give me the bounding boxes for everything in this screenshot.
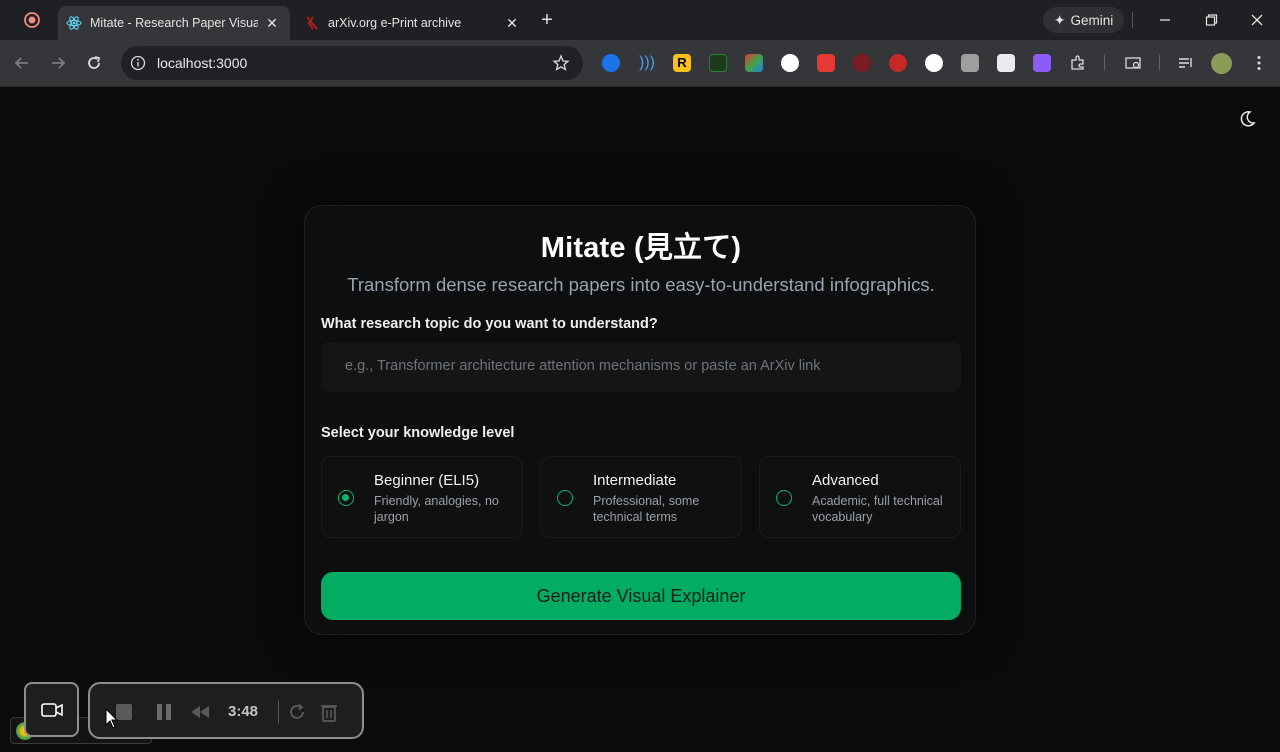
mouse-cursor-icon <box>105 708 119 729</box>
extension-icon[interactable] <box>745 54 763 72</box>
pause-icon[interactable] <box>153 701 175 723</box>
camera-button[interactable] <box>24 682 79 737</box>
forward-icon[interactable] <box>47 52 69 74</box>
site-info-icon[interactable] <box>130 55 146 71</box>
recording-timer: 3:48 <box>228 703 259 720</box>
topic-label: What research topic do you want to under… <box>321 316 658 332</box>
close-window-icon[interactable] <box>1245 8 1269 32</box>
level-title: Beginner (ELI5) <box>374 472 480 489</box>
topic-input[interactable]: e.g., Transformer architecture attention… <box>321 342 961 392</box>
close-tab-icon[interactable]: ✕ <box>264 15 280 31</box>
extension-icon[interactable]: ))) <box>638 54 656 72</box>
url-text: localhost:3000 <box>157 55 248 71</box>
divider <box>1104 55 1105 71</box>
extension-icon[interactable] <box>709 54 727 72</box>
new-tab-button[interactable]: + <box>536 10 558 32</box>
media-control-icon[interactable] <box>1177 54 1195 72</box>
extension-icon[interactable]: R <box>673 54 691 72</box>
extensions-puzzle-icon[interactable] <box>1069 54 1087 72</box>
recording-indicator-icon <box>24 12 40 28</box>
react-icon <box>66 16 82 30</box>
recorder-toolbar: 3:48 <box>88 682 364 739</box>
restore-icon[interactable] <box>1199 8 1223 32</box>
level-option-advanced[interactable]: Advanced Academic, full technical vocabu… <box>759 456 961 538</box>
extension-icon[interactable] <box>817 54 835 72</box>
level-option-beginner[interactable]: Beginner (ELI5) Friendly, analogies, no … <box>321 456 523 538</box>
reading-mode-icon[interactable] <box>1124 54 1142 72</box>
bookmark-star-icon[interactable] <box>552 54 570 72</box>
page-content: Mitate (見立て) Transform dense research pa… <box>0 88 1280 752</box>
level-option-intermediate[interactable]: Intermediate Professional, some technica… <box>540 456 742 538</box>
tab-title: Mitate - Research Paper Visual E <box>90 16 258 30</box>
level-description: Academic, full technical vocabulary <box>812 494 943 524</box>
more-menu-icon[interactable] <box>1250 54 1268 72</box>
tab-mitate[interactable]: Mitate - Research Paper Visual E ✕ <box>58 6 290 40</box>
divider <box>1132 12 1133 28</box>
browser-toolbar: localhost:3000 ))) R <box>0 40 1280 87</box>
radio-icon[interactable] <box>557 490 573 506</box>
minimize-icon[interactable] <box>1153 8 1177 32</box>
moon-icon[interactable] <box>1236 108 1258 130</box>
radio-icon[interactable] <box>776 490 792 506</box>
tab-title: arXiv.org e-Print archive <box>328 16 462 30</box>
trash-icon[interactable] <box>318 701 340 723</box>
level-label: Select your knowledge level <box>321 425 515 441</box>
generate-button[interactable]: Generate Visual Explainer <box>321 572 961 620</box>
address-bar[interactable]: localhost:3000 <box>121 46 583 80</box>
extension-icon[interactable] <box>889 54 907 72</box>
topic-placeholder: e.g., Transformer architecture attention… <box>345 358 821 374</box>
extension-icon[interactable] <box>602 54 620 72</box>
avatar[interactable] <box>1211 53 1232 74</box>
level-description: Professional, some technical terms <box>593 494 700 524</box>
gemini-button[interactable]: ✦ Gemini <box>1043 7 1124 33</box>
tab-arxiv[interactable]: arXiv.org e-Print archive ✕ <box>296 6 530 40</box>
rewind-icon[interactable] <box>189 701 211 723</box>
level-description: Friendly, analogies, no jargon <box>374 494 499 524</box>
gemini-label: Gemini <box>1070 12 1114 28</box>
extension-icon[interactable] <box>781 54 799 72</box>
restart-icon[interactable] <box>286 701 308 723</box>
page-title: Mitate (見立て) <box>540 232 742 264</box>
extension-icon[interactable] <box>1033 54 1051 72</box>
extension-icon[interactable] <box>961 54 979 72</box>
back-icon[interactable] <box>11 52 33 74</box>
page-subtitle: Transform dense research papers into eas… <box>347 274 935 295</box>
reload-icon[interactable] <box>83 52 105 74</box>
arxiv-logo-icon <box>306 16 318 30</box>
sparkle-icon: ✦ <box>1053 11 1066 28</box>
close-tab-icon[interactable]: ✕ <box>504 15 520 31</box>
divider <box>1159 55 1160 71</box>
level-title: Advanced <box>812 472 879 489</box>
divider <box>278 700 279 724</box>
radio-selected-icon[interactable] <box>338 490 354 506</box>
extension-icon[interactable] <box>997 54 1015 72</box>
level-title: Intermediate <box>593 472 677 489</box>
camera-icon <box>41 703 63 717</box>
browser-tab-strip: Mitate - Research Paper Visual E ✕ arXiv… <box>0 0 1280 40</box>
extension-icon[interactable] <box>925 54 943 72</box>
extension-icon[interactable] <box>853 54 871 72</box>
main-card: Mitate (見立て) Transform dense research pa… <box>304 205 976 635</box>
